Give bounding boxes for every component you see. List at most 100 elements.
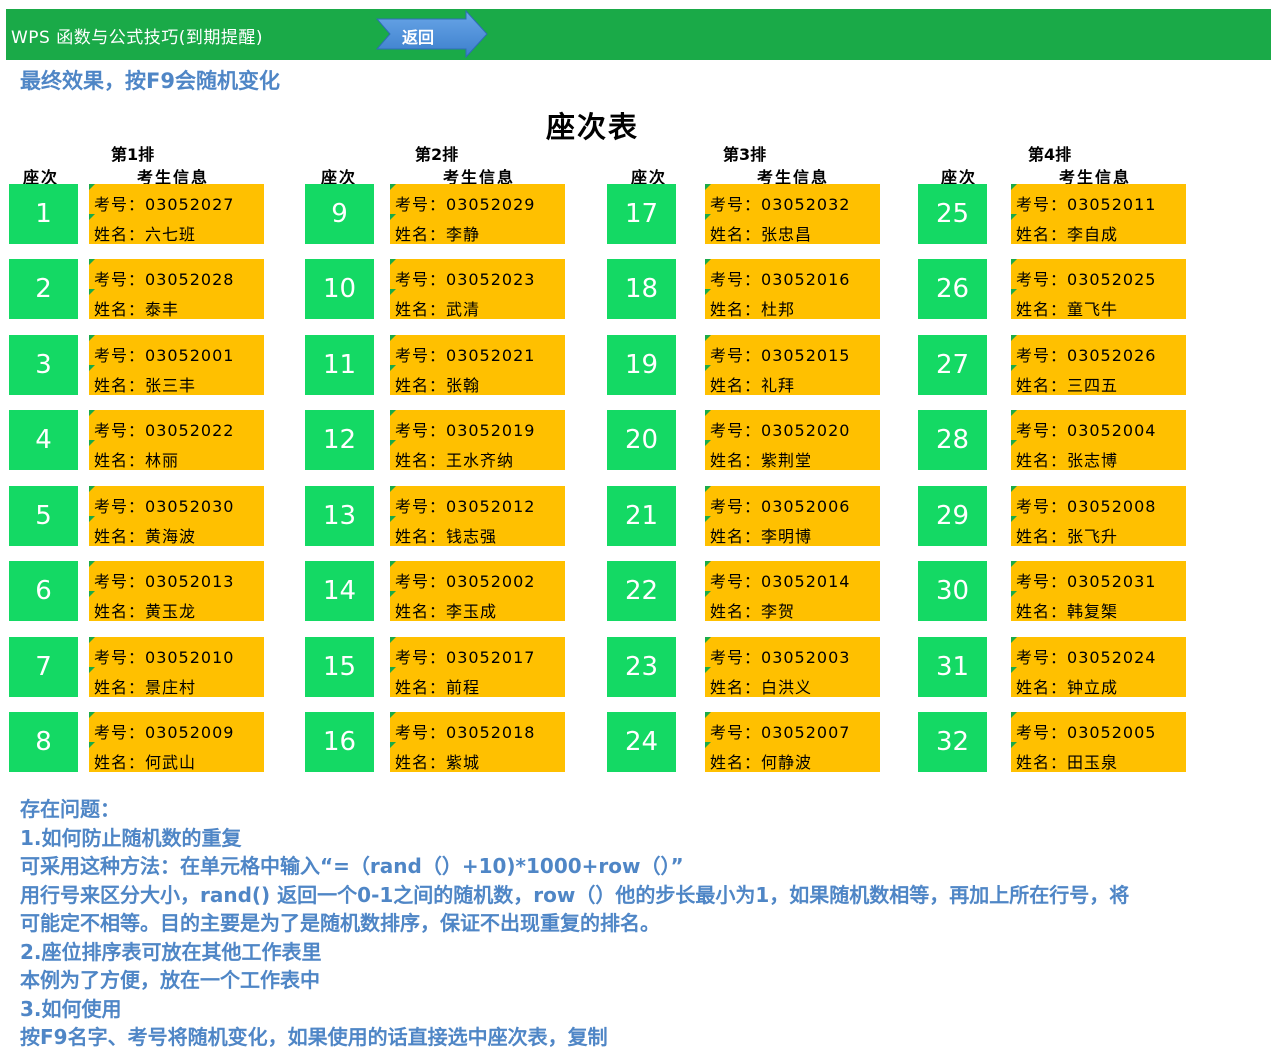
student-info-cell[interactable]: 考号：03052001 姓名：张三丰 [89,335,264,395]
seat-number-cell[interactable]: 24 [607,712,676,772]
seat-number-cell[interactable]: 26 [918,259,987,319]
student-id-line: 考号：03052021 [395,342,535,366]
student-info-cell[interactable]: 考号：03052015 姓名：礼拜 [705,335,880,395]
student-info-cell[interactable]: 考号：03052031 姓名：韩复榘 [1011,561,1186,621]
seat-number-cell[interactable]: 23 [607,637,676,697]
seat-number-cell[interactable]: 22 [607,561,676,621]
seat-number-cell[interactable]: 30 [918,561,987,621]
student-id-value: 03052028 [145,270,235,289]
seat-number-cell[interactable]: 18 [607,259,676,319]
student-id-line: 考号：03052004 [1016,417,1156,441]
seat-number-cell[interactable]: 21 [607,486,676,546]
seat-number-cell[interactable]: 4 [9,410,78,470]
student-info-cell[interactable]: 考号：03052002 姓名：李玉成 [390,561,565,621]
student-name-label: 姓名： [1016,527,1068,546]
seat-number-cell[interactable]: 10 [305,259,374,319]
student-info-cell[interactable]: 考号：03052019 姓名：王水齐纳 [390,410,565,470]
student-info-cell[interactable]: 考号：03052017 姓名：前程 [390,637,565,697]
student-info-cell[interactable]: 考号：03052026 姓名：三四五 [1011,335,1186,395]
student-info-cell[interactable]: 考号：03052027 姓名：六七班 [89,184,264,244]
student-id-line: 考号：03052018 [395,719,535,743]
student-id-value: 03052013 [145,572,235,591]
seat-number-cell[interactable]: 20 [607,410,676,470]
student-info-cell[interactable]: 考号：03052029 姓名：李静 [390,184,565,244]
seat-number-cell[interactable]: 17 [607,184,676,244]
seat-number-cell[interactable]: 1 [9,184,78,244]
student-name-value: 张三丰 [145,376,197,395]
student-id-line: 考号：03052026 [1016,342,1156,366]
seat-number-cell[interactable]: 11 [305,335,374,395]
student-info-cell[interactable]: 考号：03052007 姓名：何静波 [705,712,880,772]
student-name-line: 姓名：张三丰 [94,372,196,396]
student-info-cell[interactable]: 考号：03052020 姓名：紫荆堂 [705,410,880,470]
student-name-value: 黄海波 [145,527,197,546]
student-info-cell[interactable]: 考号：03052013 姓名：黄玉龙 [89,561,264,621]
seat-number-cell[interactable]: 19 [607,335,676,395]
seat-number-cell[interactable]: 28 [918,410,987,470]
seat-number-cell[interactable]: 27 [918,335,987,395]
student-info-cell[interactable]: 考号：03052014 姓名：李贺 [705,561,880,621]
seat-number-cell[interactable]: 2 [9,259,78,319]
student-name-label: 姓名： [710,300,762,319]
student-info-cell[interactable]: 考号：03052008 姓名：张飞升 [1011,486,1186,546]
student-id-label: 考号： [395,572,447,591]
seat-number-cell[interactable]: 3 [9,335,78,395]
student-name-value: 韩复榘 [1067,602,1119,621]
student-id-label: 考号： [710,648,762,667]
student-info-cell[interactable]: 考号：03052005 姓名：田玉泉 [1011,712,1186,772]
student-name-value: 李贺 [761,602,796,621]
student-info-cell[interactable]: 考号：03052024 姓名：钟立成 [1011,637,1186,697]
student-info-cell[interactable]: 考号：03052010 姓名：景庄村 [89,637,264,697]
student-info-cell[interactable]: 考号：03052016 姓名：杜邦 [705,259,880,319]
student-name-line: 姓名：李明博 [710,523,812,547]
seat-number-cell[interactable]: 7 [9,637,78,697]
student-id-value: 03052026 [1067,346,1157,365]
student-info-cell[interactable]: 考号：03052012 姓名：钱志强 [390,486,565,546]
student-name-label: 姓名： [710,376,762,395]
student-info-cell[interactable]: 考号：03052030 姓名：黄海波 [89,486,264,546]
seat-number-cell[interactable]: 25 [918,184,987,244]
seat-number-cell[interactable]: 14 [305,561,374,621]
student-id-line: 考号：03052028 [94,266,234,290]
seat-number-cell[interactable]: 32 [918,712,987,772]
seat-number-cell[interactable]: 31 [918,637,987,697]
student-name-label: 姓名： [1016,300,1068,319]
seat-number-cell[interactable]: 16 [305,712,374,772]
student-name-label: 姓名： [395,300,447,319]
seat-number-cell[interactable]: 15 [305,637,374,697]
student-info-cell[interactable]: 考号：03052022 姓名：林丽 [89,410,264,470]
student-info-cell[interactable]: 考号：03052004 姓名：张志博 [1011,410,1186,470]
student-name-value: 礼拜 [761,376,796,395]
seat-number-cell[interactable]: 5 [9,486,78,546]
student-id-line: 考号：03052023 [395,266,535,290]
student-id-line: 考号：03052017 [395,644,535,668]
student-name-line: 姓名：前程 [395,674,480,698]
seat-number-cell[interactable]: 13 [305,486,374,546]
student-info-cell[interactable]: 考号：03052003 姓名：白洪义 [705,637,880,697]
student-info-cell[interactable]: 考号：03052018 姓名：紫城 [390,712,565,772]
seat-number-cell[interactable]: 12 [305,410,374,470]
student-info-cell[interactable]: 考号：03052006 姓名：李明博 [705,486,880,546]
student-info-cell[interactable]: 考号：03052011 姓名：李自成 [1011,184,1186,244]
student-info-cell[interactable]: 考号：03052021 姓名：张翰 [390,335,565,395]
student-id-value: 03052025 [1067,270,1157,289]
note-line: 本例为了方便，放在一个工作表中 [20,968,320,992]
student-name-label: 姓名： [395,376,447,395]
student-name-line: 姓名：黄玉龙 [94,598,196,622]
student-name-value: 泰丰 [145,300,180,319]
student-info-cell[interactable]: 考号：03052032 姓名：张忠昌 [705,184,880,244]
student-info-cell[interactable]: 考号：03052009 姓名：何武山 [89,712,264,772]
student-id-line: 考号：03052016 [710,266,850,290]
student-info-cell[interactable]: 考号：03052028 姓名：泰丰 [89,259,264,319]
note-line: 可能定不相等。目的主要是为了是随机数排序，保证不出现重复的排名。 [20,911,660,935]
seat-number-cell[interactable]: 29 [918,486,987,546]
student-id-value: 03052029 [446,195,536,214]
back-button[interactable]: 返回 [376,10,488,58]
seat-number-cell[interactable]: 8 [9,712,78,772]
seat-number-cell[interactable]: 9 [305,184,374,244]
student-info-cell[interactable]: 考号：03052025 姓名：童飞牛 [1011,259,1186,319]
student-info-cell[interactable]: 考号：03052023 姓名：武清 [390,259,565,319]
student-id-value: 03052020 [761,421,851,440]
seat-number-cell[interactable]: 6 [9,561,78,621]
student-id-value: 03052009 [145,723,235,742]
